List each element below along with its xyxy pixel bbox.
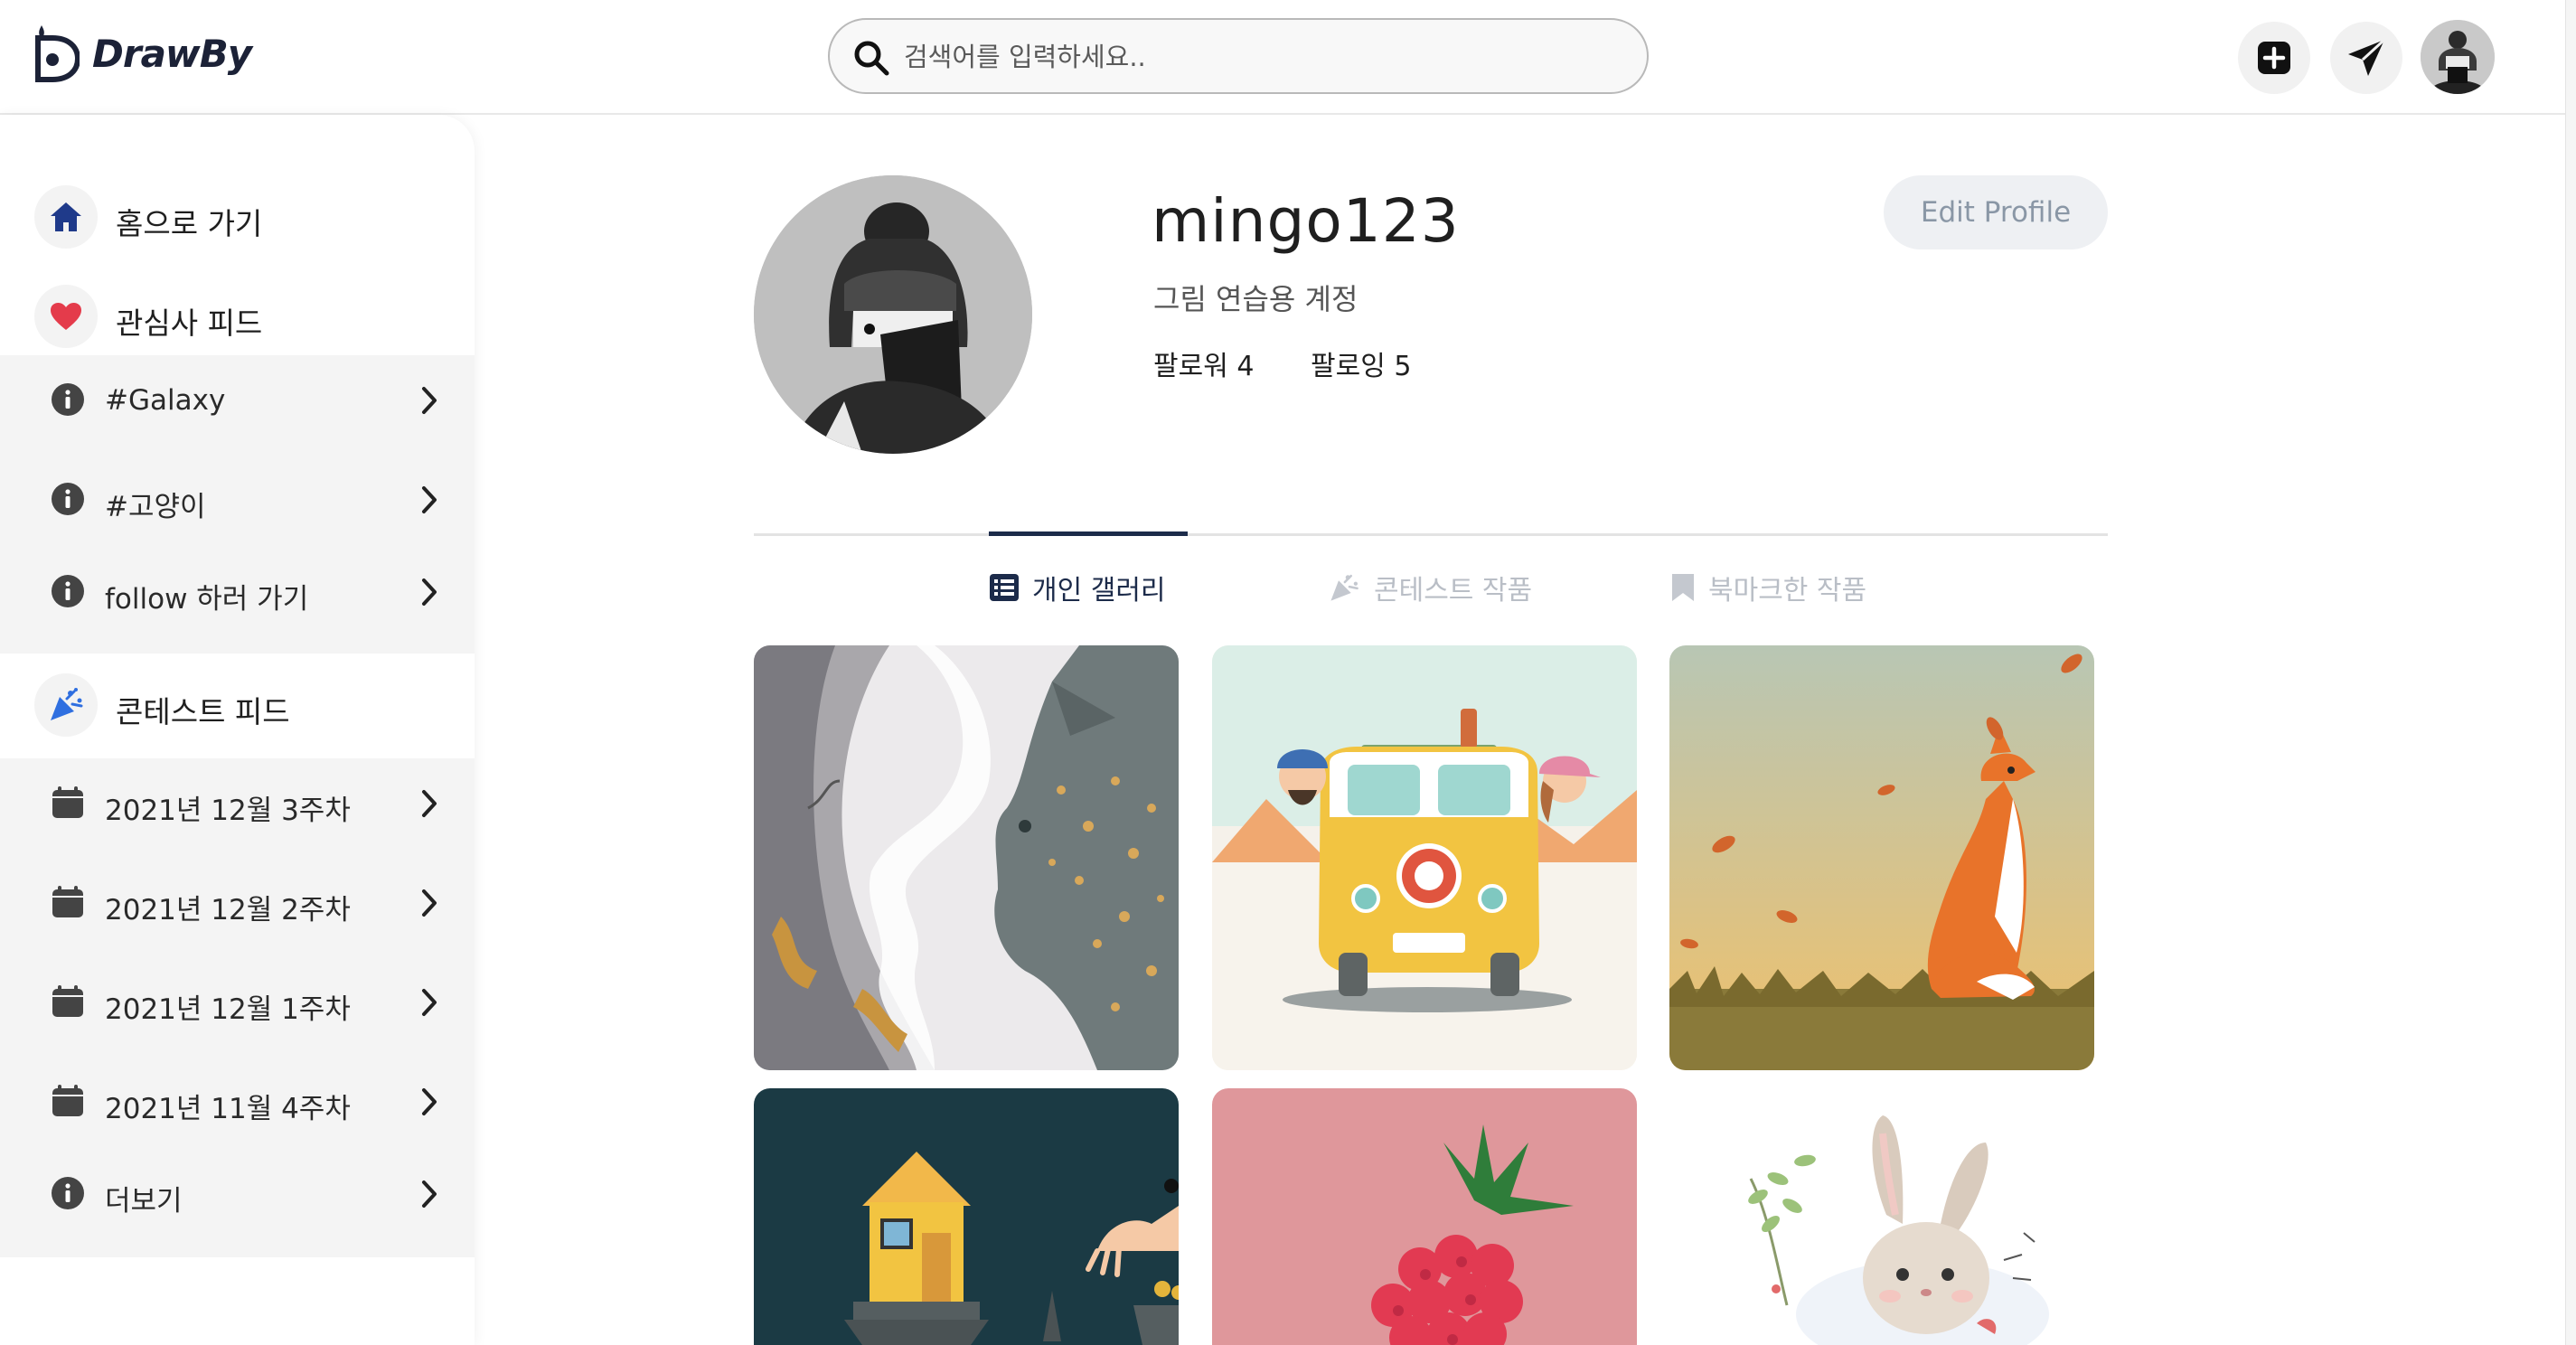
chevron-right-icon: [422, 486, 437, 513]
calendar-icon: [52, 886, 83, 917]
info-icon: [52, 1177, 84, 1209]
sidebar-item-label: 홈으로 가기: [116, 206, 263, 241]
sidebar-item-label: 2021년 12월 2주차: [105, 894, 351, 926]
party-popper-icon: [51, 688, 83, 720]
active-tab-indicator: [989, 531, 1188, 536]
heart-icon: [51, 303, 81, 330]
tab-bookmarked-works[interactable]: 북마크한 작품: [1670, 566, 1866, 609]
sidebar-item-cat[interactable]: #고양이: [0, 455, 475, 545]
gallery-item[interactable]: [1212, 1088, 1637, 1345]
bookmark-icon: [1672, 574, 1694, 601]
chevron-right-icon: [422, 1180, 437, 1208]
send-button[interactable]: [2330, 22, 2402, 94]
user-avatar[interactable]: [2421, 20, 2495, 94]
calendar-icon: [52, 786, 83, 818]
chevron-right-icon: [422, 790, 437, 817]
gallery-item[interactable]: [1669, 645, 2094, 1070]
home-icon: [51, 202, 81, 231]
search-bar[interactable]: [828, 18, 1649, 94]
list-icon: [990, 574, 1019, 601]
sidebar-item-home[interactable]: 홈으로 가기: [0, 169, 475, 268]
add-post-icon: [2258, 42, 2290, 74]
heart-icon-wrap: [34, 285, 98, 348]
info-icon: [52, 383, 84, 416]
gallery-item[interactable]: [1212, 645, 1637, 1070]
bunny-artwork: [1669, 1088, 2094, 1345]
calendar-icon: [52, 985, 83, 1017]
raspberry-artwork: [1212, 1088, 1637, 1345]
van-travel-artwork: [1212, 645, 1637, 1070]
party-popper-icon: [1330, 574, 1359, 601]
scrollbar[interactable]: [2565, 0, 2576, 1345]
chevron-right-icon: [422, 989, 437, 1016]
gallery-item[interactable]: [754, 645, 1179, 1070]
interest-feed-list: #Galaxy #고양이 follow 하러 가기: [0, 355, 475, 654]
girl-and-leopard-artwork: [754, 645, 1179, 1070]
chevron-right-icon: [422, 889, 437, 917]
tabs-divider: [754, 533, 2108, 536]
profile-avatar-illustration: [754, 175, 1032, 454]
drawby-logo-icon: [35, 25, 80, 82]
tab-contest-works[interactable]: 콘테스트 작품: [1327, 566, 1532, 609]
sidebar-item-label: 2021년 11월 4주차: [105, 1093, 351, 1125]
party-popper-icon-wrap: [34, 673, 98, 737]
tab-label: 개인 갤러리: [1032, 575, 1166, 607]
search-icon[interactable]: [851, 38, 891, 78]
sidebar-item-label: 2021년 12월 1주차: [105, 993, 351, 1026]
sidebar-item-label: #고양이: [105, 491, 206, 523]
sidebar-item-contest-feed[interactable]: 콘테스트 피드: [0, 657, 475, 757]
avatar-illustration: [2421, 20, 2495, 94]
search-input[interactable]: [904, 33, 1627, 81]
sidebar-item-label: #Galaxy: [105, 384, 226, 417]
sidebar-item-label: 2021년 12월 3주차: [105, 795, 351, 827]
home-icon-wrap: [34, 185, 98, 249]
sidebar-item-label: 콘테스트 피드: [116, 694, 290, 729]
chevron-right-icon: [422, 578, 437, 606]
profile-avatar: [754, 175, 1032, 454]
add-post-button[interactable]: [2238, 22, 2310, 94]
sidebar-item-label: 더보기: [105, 1185, 183, 1218]
app-name: DrawBy: [92, 31, 252, 76]
sidebar: 홈으로 가기 관심사 피드 #Galaxy #고양이 follow 하러 가기: [0, 115, 475, 1345]
top-header: DrawBy: [0, 0, 2576, 115]
sidebar-item-follow[interactable]: follow 하러 가기: [0, 547, 475, 637]
edit-profile-button[interactable]: Edit Profile: [1884, 175, 2108, 249]
fox-autumn-artwork: [1669, 645, 2094, 1070]
sidebar-item-interest-feed[interactable]: 관심사 피드: [0, 268, 475, 368]
app-logo[interactable]: DrawBy: [33, 22, 252, 85]
sidebar-item-more[interactable]: 더보기: [0, 1149, 475, 1239]
info-icon: [52, 483, 84, 515]
house-night-artwork: [754, 1088, 1179, 1345]
sidebar-item-week-2021-12-2[interactable]: 2021년 12월 2주차: [0, 858, 475, 948]
gallery-item[interactable]: [1669, 1088, 2094, 1345]
profile-username: mingo123: [1152, 186, 1460, 256]
chevron-right-icon: [422, 387, 437, 414]
tab-label: 콘테스트 작품: [1374, 575, 1533, 607]
sidebar-item-label: follow 하러 가기: [105, 583, 309, 616]
tab-label: 북마크한 작품: [1708, 575, 1867, 607]
sidebar-item-week-2021-12-3[interactable]: 2021년 12월 3주차: [0, 758, 475, 849]
sidebar-item-label: 관심사 피드: [116, 306, 263, 341]
profile-bio: 그림 연습용 계정: [1153, 282, 1359, 316]
gallery-item[interactable]: [754, 1088, 1179, 1345]
info-icon: [52, 575, 84, 607]
sidebar-item-week-2021-12-1[interactable]: 2021년 12월 1주차: [0, 957, 475, 1048]
send-icon: [2348, 38, 2386, 76]
followers-count[interactable]: 팔로워 4: [1153, 343, 1254, 383]
calendar-icon: [52, 1085, 83, 1116]
following-count[interactable]: 팔로잉 5: [1311, 343, 1411, 383]
sidebar-item-galaxy[interactable]: #Galaxy: [0, 355, 475, 446]
contest-feed-list: 2021년 12월 3주차 2021년 12월 2주차 2021년 12월 1주…: [0, 758, 475, 1257]
sidebar-item-week-2021-11-4[interactable]: 2021년 11월 4주차: [0, 1057, 475, 1147]
tab-personal-gallery[interactable]: 개인 갤러리: [989, 566, 1166, 609]
chevron-right-icon: [422, 1088, 437, 1115]
